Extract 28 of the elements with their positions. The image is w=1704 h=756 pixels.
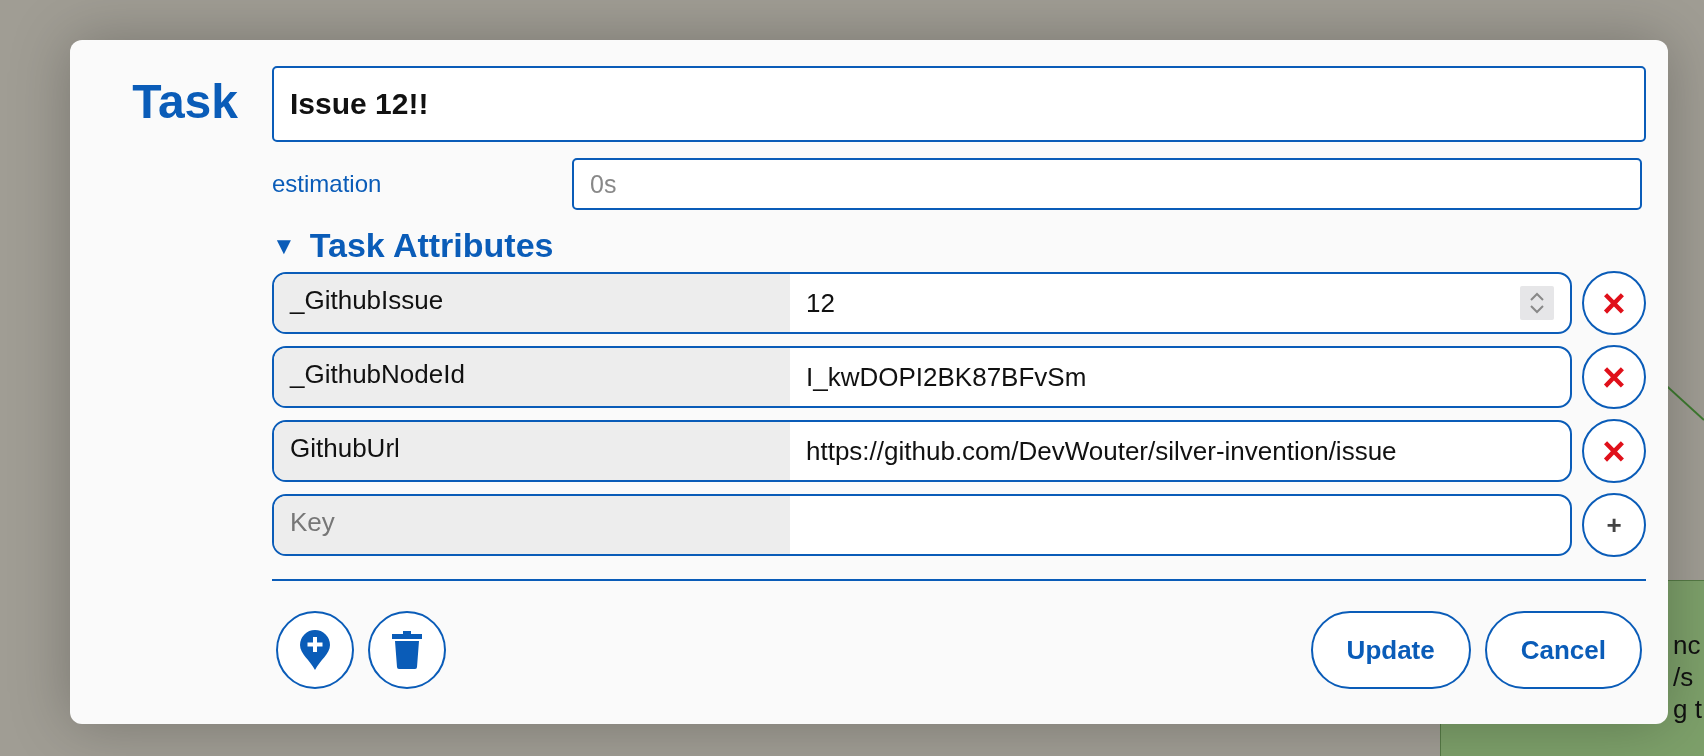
node-text: nc: [1673, 629, 1701, 661]
cancel-button[interactable]: Cancel: [1484, 611, 1642, 689]
add-button[interactable]: +: [1582, 493, 1646, 557]
estimation-field[interactable]: 0s: [572, 158, 1642, 210]
attribute-key: _GithubIssue: [274, 274, 790, 332]
dialog-heading: Task: [131, 74, 239, 130]
disclosure-triangle[interactable]: ▼: [272, 231, 296, 260]
remove-button[interactable]: ×: [1582, 271, 1646, 335]
attribute-value: 12: [790, 274, 1570, 332]
trash-icon: [392, 631, 422, 669]
attribute-field[interactable]: _GithubIssue 12: [272, 272, 1572, 334]
new-attribute-field[interactable]: Key: [272, 494, 1572, 556]
attribute-key: _GithubNodeId: [274, 348, 790, 406]
estimation-label: estimation: [272, 170, 383, 198]
map-pin-plus-icon: [300, 630, 330, 670]
update-button[interactable]: Update: [1310, 611, 1471, 689]
attribute-field[interactable]: GithubUrl https://github.com/DevWouter/silver-invention/issue: [272, 420, 1572, 482]
section-title[interactable]: Task Attributes: [309, 226, 554, 265]
spinner-icon[interactable]: [1520, 286, 1554, 320]
title-field[interactable]: Issue 12!!: [272, 66, 1646, 142]
remove-button[interactable]: ×: [1582, 345, 1646, 409]
attribute-value: https://github.com/DevWouter/silver-invention/issue: [805, 434, 1398, 468]
node-text: /s: [1673, 661, 1694, 693]
remove-button[interactable]: ×: [1582, 419, 1646, 483]
attribute-key: GithubUrl: [274, 422, 790, 480]
attribute-value: I_kwDOPI2BK87BFvSm: [805, 360, 1088, 394]
attribute-field[interactable]: _GithubNodeId I_kwDOPI2BK87BFvSm: [272, 346, 1572, 408]
node-text: g t: [1673, 693, 1702, 725]
